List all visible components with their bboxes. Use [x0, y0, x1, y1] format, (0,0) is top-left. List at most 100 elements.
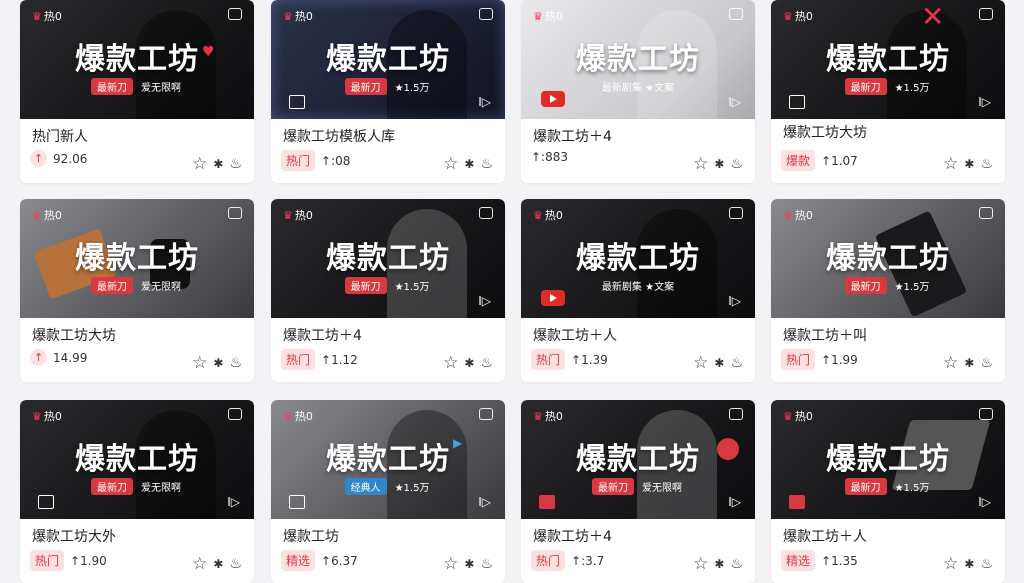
card-title[interactable]: 爆款工坊大坊	[783, 122, 867, 142]
card-thumbnail[interactable]: ♛ 热0 爆款工坊 最新刀 ★1.5万	[771, 199, 1005, 318]
template-card[interactable]: ♛ 热0 爆款工坊 最新刀 爱无限啊 I▷ 爆款工坊＋4 热门 ↑:3.7 ☆ ✱ ♨	[521, 400, 755, 583]
coin-icon[interactable]: ♨	[229, 355, 242, 371]
play-icon[interactable]: I▷	[478, 495, 491, 509]
star-icon[interactable]: ☆	[443, 554, 458, 574]
card-title[interactable]: 爆款工坊＋4	[533, 526, 612, 546]
card-thumbnail[interactable]: ♛ 热0 爆款工坊 ♥ 最新刀 爱无限啊	[20, 0, 254, 119]
star-icon[interactable]: ☆	[192, 554, 207, 574]
video-play-icon[interactable]	[541, 290, 565, 306]
card-thumbnail[interactable]: ♛ 热0 爆款工坊 最新刀 爱无限啊 I▷	[20, 400, 254, 519]
more-icon[interactable]: ✱	[714, 356, 724, 370]
star-icon[interactable]: ☆	[192, 353, 207, 373]
card-stats: 精选 ↑1.35	[781, 550, 858, 571]
screen-icon[interactable]	[729, 8, 743, 20]
coin-icon[interactable]: ♨	[730, 556, 743, 572]
screen-icon[interactable]	[228, 8, 242, 20]
card-thumbnail[interactable]: ▶ ♛ 热0 爆款工坊 经典人 ★1.5万 I▷	[271, 400, 505, 519]
template-card[interactable]: ♛ 热0 爆款工坊 最新剧集 ★文案 I▷ 爆款工坊＋4 ↑:883 ☆ ✱ ♨	[521, 0, 755, 183]
template-card[interactable]: ▶ ♛ 热0 爆款工坊 经典人 ★1.5万 I▷ 爆款工坊 精选 ↑6.37 ☆ ✱ ♨	[271, 400, 505, 583]
more-icon[interactable]: ✱	[964, 356, 974, 370]
screen-icon[interactable]	[228, 408, 242, 420]
more-icon[interactable]: ✱	[464, 356, 474, 370]
more-icon[interactable]: ✱	[213, 557, 223, 571]
star-icon[interactable]: ☆	[943, 353, 958, 373]
coin-icon[interactable]: ♨	[480, 156, 493, 172]
more-icon[interactable]: ✱	[464, 157, 474, 171]
coin-icon[interactable]: ♨	[229, 556, 242, 572]
screen-icon[interactable]	[979, 408, 993, 420]
more-icon[interactable]: ✱	[964, 157, 974, 171]
screen-icon[interactable]	[479, 408, 493, 420]
play-icon[interactable]: I▷	[478, 294, 491, 308]
star-icon[interactable]: ☆	[693, 353, 708, 373]
card-thumbnail[interactable]: ♛ 热0 爆款工坊 最新剧集 ★文案 I▷	[521, 0, 755, 119]
sub-text: ★1.5万	[394, 83, 430, 94]
card-thumbnail[interactable]: ✕ ♛ 热0 爆款工坊 最新刀 ★1.5万 I▷	[771, 0, 1005, 119]
more-icon[interactable]: ✱	[213, 356, 223, 370]
play-icon[interactable]: I▷	[728, 495, 741, 509]
template-card[interactable]: ♛ 热0 爆款工坊 最新刀 爱无限啊 爆款工坊大坊 ↑ 14.99 ☆ ✱ ♨	[20, 199, 254, 382]
star-icon[interactable]: ☆	[192, 154, 207, 174]
template-card[interactable]: ♛ 热0 爆款工坊 最新刀 ★1.5万 爆款工坊＋叫 热门 ↑1.99 ☆ ✱ ♨	[771, 199, 1005, 382]
coin-icon[interactable]: ♨	[480, 556, 493, 572]
card-thumbnail[interactable]: ♛ 热0 爆款工坊 最新刀 ★1.5万 I▷	[771, 400, 1005, 519]
card-title[interactable]: 热门新人	[32, 126, 88, 146]
card-title[interactable]: 爆款工坊＋叫	[783, 325, 867, 345]
coin-icon[interactable]: ♨	[229, 156, 242, 172]
hot-tag: ♛ 热0	[533, 8, 563, 24]
more-icon[interactable]: ✱	[464, 557, 474, 571]
star-icon[interactable]: ☆	[943, 554, 958, 574]
template-card[interactable]: ✕ ♛ 热0 爆款工坊 最新刀 ★1.5万 I▷ 爆款工坊大坊 爆款 ↑1.07 ☆ ✱…	[771, 0, 1005, 183]
more-icon[interactable]: ✱	[714, 157, 724, 171]
screen-icon[interactable]	[479, 8, 493, 20]
card-thumbnail[interactable]: ♛ 热0 爆款工坊 最新剧集 ★文案 I▷	[521, 199, 755, 318]
play-icon[interactable]: I▷	[227, 495, 240, 509]
card-title[interactable]: 爆款工坊＋4	[283, 325, 362, 345]
video-play-icon[interactable]	[541, 91, 565, 107]
coin-icon[interactable]: ♨	[980, 355, 993, 371]
star-icon[interactable]: ☆	[443, 154, 458, 174]
card-title[interactable]: 爆款工坊＋人	[533, 325, 617, 345]
thumbnail-title: 爆款工坊	[75, 42, 199, 77]
template-card[interactable]: ♛ 热0 爆款工坊 最新刀 ★1.5万 I▷ 爆款工坊＋人 精选 ↑1.35 ☆ ✱ ♨	[771, 400, 1005, 583]
card-thumbnail[interactable]: ♛ 热0 爆款工坊 最新刀 ★1.5万 I▷	[271, 0, 505, 119]
template-card[interactable]: ♛ 热0 爆款工坊 最新剧集 ★文案 I▷ 爆款工坊＋人 热门 ↑1.39 ☆ ✱ ♨	[521, 199, 755, 382]
play-icon[interactable]: I▷	[978, 95, 991, 109]
screen-icon[interactable]	[228, 207, 242, 219]
star-icon[interactable]: ☆	[443, 353, 458, 373]
screen-icon[interactable]	[479, 207, 493, 219]
card-title[interactable]: 爆款工坊大坊	[32, 325, 116, 345]
screen-icon[interactable]	[729, 207, 743, 219]
card-title[interactable]: 爆款工坊	[283, 526, 339, 546]
card-title[interactable]: 爆款工坊＋4	[533, 126, 612, 146]
card-thumbnail[interactable]: ♛ 热0 爆款工坊 最新刀 ★1.5万 I▷	[271, 199, 505, 318]
coin-icon[interactable]: ♨	[730, 156, 743, 172]
card-title[interactable]: 爆款工坊模板人库	[283, 126, 395, 146]
star-icon[interactable]: ☆	[693, 554, 708, 574]
coin-icon[interactable]: ♨	[980, 156, 993, 172]
play-icon[interactable]: I▷	[728, 95, 741, 109]
template-card[interactable]: ♛ 热0 爆款工坊 最新刀 爱无限啊 I▷ 爆款工坊大外 热门 ↑1.90 ☆ ✱ ♨	[20, 400, 254, 583]
template-card[interactable]: ♛ 热0 爆款工坊 最新刀 ★1.5万 I▷ 爆款工坊＋4 热门 ↑1.12 ☆ ✱ ♨	[271, 199, 505, 382]
template-card[interactable]: ♛ 热0 爆款工坊 最新刀 ★1.5万 I▷ 爆款工坊模板人库 热门 ↑:08 ☆ ✱ ♨	[271, 0, 505, 183]
card-thumbnail[interactable]: ♛ 热0 爆款工坊 最新刀 爱无限啊 I▷	[521, 400, 755, 519]
play-icon[interactable]: I▷	[978, 495, 991, 509]
card-thumbnail[interactable]: ♛ 热0 爆款工坊 最新刀 爱无限啊	[20, 199, 254, 318]
play-icon[interactable]: I▷	[478, 95, 491, 109]
screen-icon[interactable]	[979, 8, 993, 20]
screen-icon[interactable]	[729, 408, 743, 420]
template-card[interactable]: ♛ 热0 爆款工坊 ♥ 最新刀 爱无限啊 热门新人 ↑ 92.06 ☆ ✱ ♨	[20, 0, 254, 183]
more-icon[interactable]: ✱	[213, 157, 223, 171]
coin-icon[interactable]: ♨	[730, 355, 743, 371]
star-icon[interactable]: ☆	[693, 154, 708, 174]
card-title[interactable]: 爆款工坊＋人	[783, 526, 867, 546]
card-title[interactable]: 爆款工坊大外	[32, 526, 116, 546]
star-icon[interactable]: ☆	[943, 154, 958, 174]
coin-icon[interactable]: ♨	[480, 355, 493, 371]
play-icon[interactable]: I▷	[728, 294, 741, 308]
more-icon[interactable]: ✱	[964, 557, 974, 571]
screen-icon[interactable]	[979, 207, 993, 219]
hot-tag-label: 热0	[43, 209, 62, 222]
coin-icon[interactable]: ♨	[980, 556, 993, 572]
more-icon[interactable]: ✱	[714, 557, 724, 571]
